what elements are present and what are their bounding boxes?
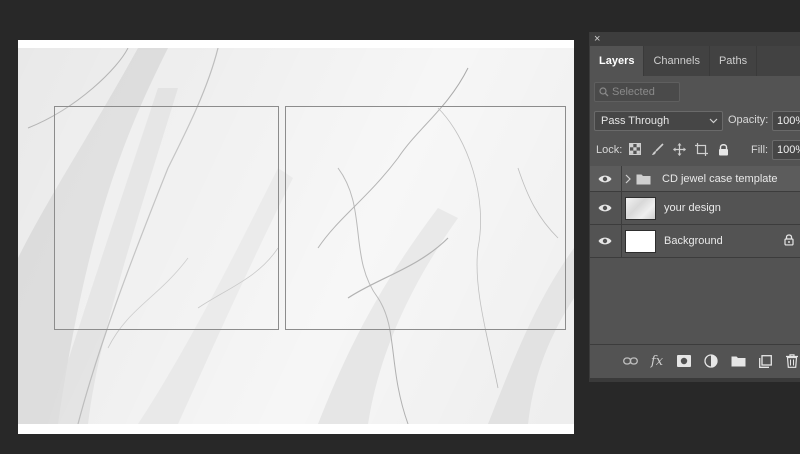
tab-channels[interactable]: Channels xyxy=(644,46,710,76)
blend-row: Pass Through Opacity: 100% xyxy=(594,111,800,133)
opacity-field[interactable]: 100% xyxy=(772,111,800,131)
layer-row-background[interactable]: Background xyxy=(590,225,800,258)
layer-name: your design xyxy=(664,202,721,214)
adjustment-icon[interactable] xyxy=(703,353,719,369)
layer-divider xyxy=(621,166,622,191)
layer-row-image[interactable]: your design xyxy=(590,192,800,225)
layer-divider xyxy=(621,192,622,224)
layers-list: CD jewel case template your design Backg… xyxy=(590,166,800,258)
fx-label: fx xyxy=(650,353,664,369)
mask-icon[interactable] xyxy=(676,353,692,369)
new-layer-icon[interactable] xyxy=(757,353,773,369)
panel-tabs: Layers Channels Paths xyxy=(590,46,800,76)
layer-divider xyxy=(621,225,622,257)
layers-panel: × Layers Channels Paths Selected Pass Th… xyxy=(589,32,800,378)
trash-icon[interactable] xyxy=(784,353,800,369)
blend-mode-select[interactable]: Pass Through xyxy=(594,111,723,131)
fill-field[interactable]: 100% xyxy=(772,140,800,160)
cd-cover-right-guide xyxy=(285,106,566,330)
lock-all-icon[interactable] xyxy=(716,142,730,156)
lock-artboard-icon[interactable] xyxy=(694,142,708,156)
layer-thumbnail xyxy=(625,197,656,220)
folder-icon xyxy=(636,173,651,188)
layer-name: CD jewel case template xyxy=(662,172,778,185)
lock-label: Lock: xyxy=(596,144,623,156)
chevron-down-icon xyxy=(709,112,718,136)
fill-label: Fill: xyxy=(751,144,769,156)
blend-mode-value: Pass Through xyxy=(601,115,670,127)
eye-icon[interactable] xyxy=(598,236,612,246)
search-placeholder: Selected xyxy=(612,86,655,98)
lock-row: Lock: Fill: 100% xyxy=(594,140,800,162)
folder-icon[interactable] xyxy=(730,353,746,369)
eye-icon[interactable] xyxy=(598,174,612,184)
eye-icon[interactable] xyxy=(598,203,612,213)
chevron-right-icon[interactable] xyxy=(625,174,631,187)
lock-transparent-pixels-icon[interactable] xyxy=(628,142,642,156)
opacity-label: Opacity: xyxy=(728,114,769,126)
lock-image-pixels-icon[interactable] xyxy=(650,142,664,156)
panel-title-bar: × xyxy=(590,32,800,46)
link-icon[interactable] xyxy=(622,353,638,369)
close-panel-icon[interactable]: × xyxy=(594,32,600,46)
fx-icon[interactable]: fx xyxy=(649,353,665,369)
layer-filter-row: Selected xyxy=(594,82,680,102)
lock-position-icon[interactable] xyxy=(672,142,686,156)
tab-paths[interactable]: Paths xyxy=(710,46,758,76)
lock-icon[interactable] xyxy=(784,234,794,249)
search-icon xyxy=(599,87,609,97)
document-canvas[interactable] xyxy=(18,40,574,434)
layer-name: Background xyxy=(664,235,723,247)
layer-search-input[interactable]: Selected xyxy=(594,82,680,102)
cd-cover-left-guide xyxy=(54,106,279,330)
tab-layers[interactable]: Layers xyxy=(590,46,645,76)
layer-row-group[interactable]: CD jewel case template xyxy=(590,166,800,192)
layer-thumbnail xyxy=(625,230,656,253)
panel-bottom-edge xyxy=(589,378,800,382)
panel-bottom-toolbar: fx xyxy=(590,344,800,378)
